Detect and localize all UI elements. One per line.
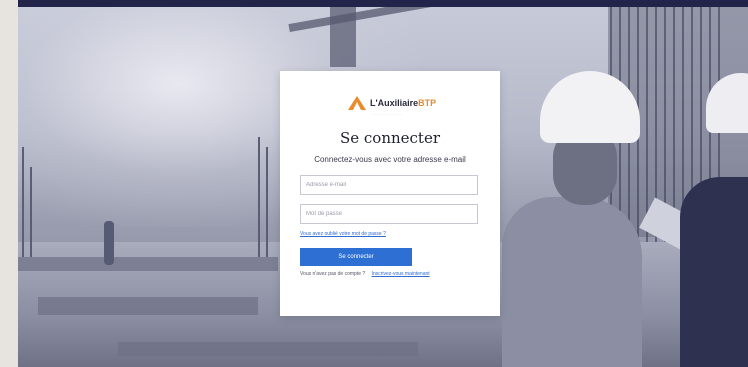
- rebar: [30, 167, 32, 257]
- brand-name: L'AuxiliaireBTP: [370, 98, 436, 108]
- brand-name-main: L'Auxiliaire: [370, 98, 419, 108]
- brand-logo: L'AuxiliaireBTP: [348, 95, 436, 111]
- page-title: Se connecter: [339, 129, 441, 147]
- crane-mast: [330, 7, 356, 67]
- brand-tagline: ·······························: [371, 112, 402, 116]
- page-subtitle: Connectez-vous avec votre adresse e-mail: [314, 155, 466, 164]
- second-worker: [680, 177, 748, 367]
- concrete-slab: [18, 257, 278, 271]
- left-margin: [0, 0, 18, 367]
- signup-question: Vous n'avez pas de compte ?: [300, 271, 366, 277]
- distant-worker: [104, 221, 114, 265]
- brand-name-suffix: BTP: [418, 98, 437, 108]
- triangle-logo-icon: [348, 96, 366, 110]
- password-field[interactable]: [300, 204, 478, 224]
- signup-row: Vous n'avez pas de compte ? Inscrivez-vo…: [300, 271, 430, 277]
- rebar: [266, 147, 268, 257]
- signup-link[interactable]: Inscrivez-vous maintenant: [372, 271, 430, 277]
- worker-body: [502, 197, 642, 367]
- rebar: [258, 137, 260, 257]
- forgot-password-link[interactable]: Vous avez oublié votre mot de passe ?: [300, 231, 386, 237]
- login-button[interactable]: Se connecter: [300, 248, 412, 266]
- concrete-slab: [118, 342, 418, 356]
- email-field[interactable]: [300, 175, 478, 195]
- rebar: [22, 147, 24, 257]
- login-card: L'AuxiliaireBTP ························…: [280, 71, 500, 316]
- top-bar: [18, 0, 748, 7]
- concrete-slab: [38, 297, 258, 315]
